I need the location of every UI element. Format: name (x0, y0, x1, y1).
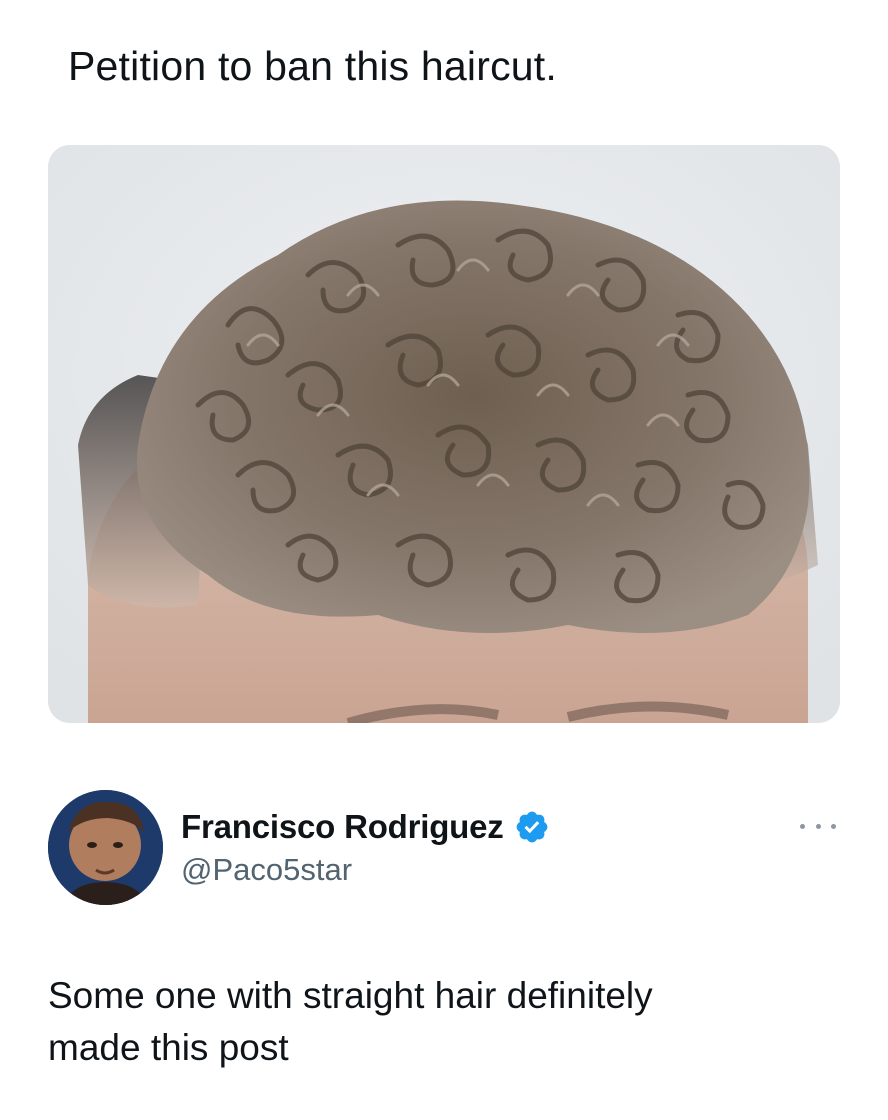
user-handle[interactable]: @Paco5star (181, 852, 352, 888)
post-text: Some one with straight hair definitely m… (48, 970, 828, 1074)
avatar-icon (48, 790, 163, 905)
post-author: Francisco Rodriguez @Paco5star (48, 790, 840, 908)
haircut-photo[interactable] (48, 145, 840, 723)
more-dot-icon (800, 823, 805, 829)
more-options-icon[interactable] (800, 816, 836, 836)
post-text-line: made this post (48, 1027, 289, 1068)
display-name-row: Francisco Rodriguez (181, 806, 550, 848)
quoted-post-text: Petition to ban this haircut. (68, 43, 557, 89)
haircut-photo-illustration (48, 145, 840, 723)
display-name[interactable]: Francisco Rodriguez (181, 808, 504, 846)
avatar[interactable] (48, 790, 163, 905)
verified-badge-icon (514, 809, 550, 845)
more-dot-icon (831, 823, 836, 829)
more-dot-icon (815, 823, 821, 829)
post-text-line: Some one with straight hair definitely (48, 975, 653, 1016)
